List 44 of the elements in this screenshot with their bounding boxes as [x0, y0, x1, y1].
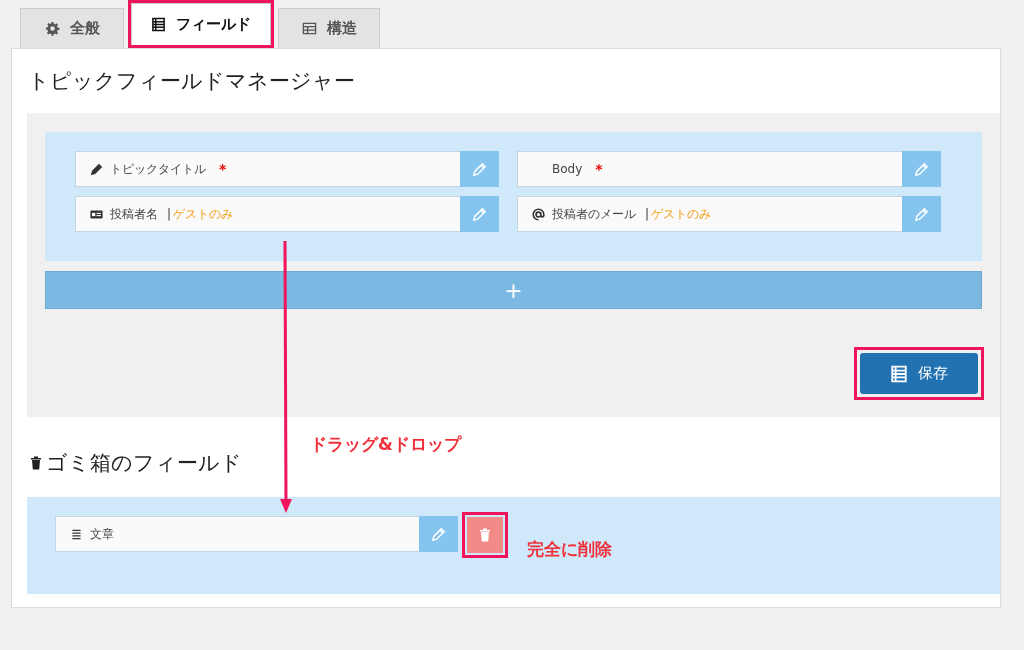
- field-item[interactable]: Body *: [517, 151, 902, 187]
- field-label: トピックタイトル: [110, 160, 206, 178]
- field-item[interactable]: トピックタイトル *: [75, 151, 460, 187]
- field-item[interactable]: 投稿者名 | ゲストのみ: [75, 196, 460, 232]
- annotation-text: 完全に削除: [527, 538, 612, 561]
- lines-icon: [70, 527, 83, 541]
- required-mark: *: [595, 161, 603, 177]
- trash-icon: [30, 456, 42, 470]
- field-label: 投稿者名: [110, 205, 158, 223]
- pencil-icon: [472, 161, 487, 177]
- field-item[interactable]: 文章: [55, 516, 419, 552]
- edit-button[interactable]: [419, 516, 458, 552]
- trash-icon: [479, 528, 491, 542]
- section-title: トピックフィールドマネージャー: [27, 68, 356, 95]
- save-button[interactable]: 保存: [860, 353, 978, 394]
- separator: |: [167, 207, 172, 221]
- pencil-icon: [914, 206, 929, 222]
- pencil-icon: [90, 162, 103, 176]
- section-title: ゴミ箱のフィールド: [46, 450, 242, 477]
- list-icon: [151, 17, 166, 32]
- pencil-icon: [914, 161, 929, 177]
- field-item[interactable]: 投稿者のメール | ゲストのみ: [517, 196, 902, 232]
- guest-only-note: ゲストのみ: [173, 205, 234, 223]
- list-icon: [890, 364, 908, 383]
- tab[interactable]: 全般: [20, 8, 124, 48]
- edit-button[interactable]: [902, 196, 941, 232]
- pencil-icon: [431, 526, 446, 542]
- edit-button[interactable]: [460, 151, 499, 187]
- tab[interactable]: 構造: [278, 8, 380, 48]
- at-sign-icon: [532, 207, 545, 221]
- edit-button[interactable]: [460, 196, 499, 232]
- annotation-text: ドラッグ&ドロップ: [310, 433, 461, 456]
- required-mark: *: [219, 161, 227, 177]
- guest-only-note: ゲストのみ: [651, 205, 712, 223]
- field-label: 文章: [90, 525, 114, 543]
- grid-icon: [301, 21, 317, 36]
- edit-button[interactable]: [902, 151, 941, 187]
- gear-icon: [44, 21, 60, 36]
- field-label: 投稿者のメール: [552, 205, 636, 223]
- separator: |: [645, 207, 650, 221]
- tab[interactable]: フィールド: [131, 3, 271, 45]
- id-card-icon: [90, 207, 103, 221]
- pencil-icon: [472, 206, 487, 222]
- field-label: Body: [552, 162, 583, 176]
